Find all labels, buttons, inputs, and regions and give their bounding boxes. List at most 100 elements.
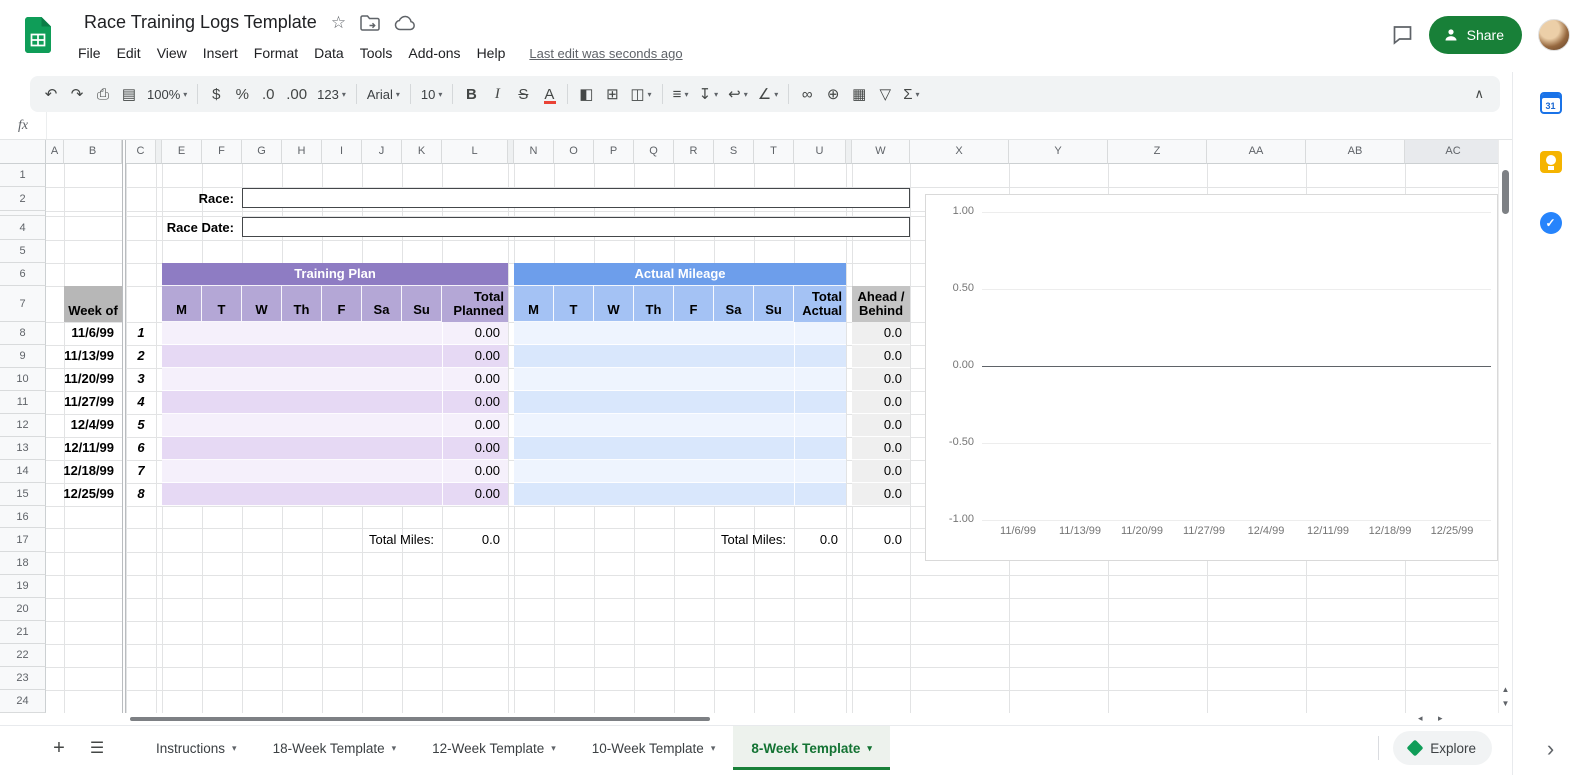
strikethrough-button[interactable]: S [510, 80, 536, 108]
cell-week-of-14[interactable]: 12/18/99 [64, 460, 122, 483]
text-rotation-button[interactable]: ∠▾ [753, 80, 783, 108]
row-header-24[interactable]: 24 [0, 690, 46, 713]
fill-color-button[interactable]: ◧ [573, 80, 599, 108]
insert-chart-button[interactable]: ▦ [846, 80, 872, 108]
formula-input[interactable] [46, 112, 1512, 139]
row-header-21[interactable]: 21 [0, 621, 46, 644]
row-header-5[interactable]: 5 [0, 240, 46, 263]
bold-button[interactable]: B [458, 80, 484, 108]
row-header-18[interactable]: 18 [0, 552, 46, 575]
cell-week-num-13[interactable]: 6 [126, 437, 156, 460]
cell-total-planned-9[interactable]: 0.00 [442, 345, 508, 368]
actual-day-header-th[interactable]: Th [634, 286, 674, 322]
row-header-7[interactable]: 7 [0, 286, 46, 322]
tab-menu-arrow-icon[interactable]: ▾ [551, 743, 556, 754]
row-header-9[interactable]: 9 [0, 345, 46, 368]
actual-day-cells-14[interactable] [514, 460, 794, 483]
merge-cells-button[interactable]: ◫▾ [625, 80, 656, 108]
actual-day-header-su[interactable]: Su [754, 286, 794, 322]
column-header-AA[interactable]: AA [1207, 140, 1306, 164]
cell-week-num-10[interactable]: 3 [126, 368, 156, 391]
race-date-label[interactable]: Race Date: [46, 216, 242, 240]
vertical-align-button[interactable]: ↧▾ [694, 80, 724, 108]
add-sheet-button[interactable]: + [46, 737, 72, 760]
plan-day-header-sa[interactable]: Sa [362, 286, 402, 322]
cell-week-num-12[interactable]: 5 [126, 414, 156, 437]
cell-total-actual-15[interactable] [794, 483, 846, 506]
cell-total-actual-12[interactable] [794, 414, 846, 437]
print-button[interactable]: ⎙ [90, 80, 116, 108]
cell-total-planned-8[interactable]: 0.00 [442, 322, 508, 345]
total-miles-planned-value[interactable]: 0.0 [442, 528, 508, 552]
total-planned-header[interactable]: Total Planned [442, 286, 508, 322]
actual-day-cells-10[interactable] [514, 368, 794, 391]
sheet-tab-18-week-template[interactable]: 18-Week Template▾ [255, 726, 415, 770]
row-header-16[interactable]: 16 [0, 506, 46, 528]
row-header-19[interactable]: 19 [0, 575, 46, 598]
actual-mileage-header[interactable]: Actual Mileage [514, 263, 846, 286]
borders-button[interactable]: ⊞ [599, 80, 625, 108]
row-header-10[interactable]: 10 [0, 368, 46, 391]
plan-day-cells-11[interactable] [162, 391, 442, 414]
column-header-Y[interactable]: Y [1009, 140, 1108, 164]
actual-day-header-t[interactable]: T [554, 286, 594, 322]
column-header-A[interactable]: A [46, 140, 64, 164]
column-header-R[interactable]: R [674, 140, 714, 164]
all-sheets-button[interactable]: ☰ [84, 738, 110, 758]
race-date-input[interactable] [242, 217, 910, 237]
cell-ahead-behind-12[interactable]: 0.0 [852, 414, 910, 437]
column-header-I[interactable]: I [322, 140, 362, 164]
actual-day-header-sa[interactable]: Sa [714, 286, 754, 322]
column-header-S[interactable]: S [714, 140, 754, 164]
plan-day-header-f[interactable]: F [322, 286, 362, 322]
grid-corner[interactable] [0, 140, 46, 164]
total-miles-actual-label[interactable]: Total Miles: [634, 528, 794, 552]
menu-file[interactable]: File [70, 42, 109, 64]
column-header-N[interactable]: N [514, 140, 554, 164]
cell-ahead-behind-8[interactable]: 0.0 [852, 322, 910, 345]
cell-total-actual-11[interactable] [794, 391, 846, 414]
actual-day-cells-12[interactable] [514, 414, 794, 437]
account-avatar[interactable] [1538, 19, 1570, 51]
share-button[interactable]: Share [1429, 16, 1522, 54]
plan-day-header-t[interactable]: T [202, 286, 242, 322]
document-status-cloud-icon[interactable] [394, 15, 416, 31]
column-header-L[interactable]: L [442, 140, 508, 164]
race-input[interactable] [242, 188, 910, 208]
scroll-up-icon[interactable]: ▲ [1499, 685, 1512, 694]
redo-button[interactable]: ↷ [64, 80, 90, 108]
plan-day-header-su[interactable]: Su [402, 286, 442, 322]
tab-menu-arrow-icon[interactable]: ▾ [392, 743, 397, 754]
cell-ahead-behind-10[interactable]: 0.0 [852, 368, 910, 391]
plan-day-cells-14[interactable] [162, 460, 442, 483]
total-miles-actual-value[interactable]: 0.0 [794, 528, 846, 552]
vertical-scrollbar[interactable]: ▲ ▼ [1498, 140, 1511, 713]
cell-ahead-behind-15[interactable]: 0.0 [852, 483, 910, 506]
cell-ahead-behind-14[interactable]: 0.0 [852, 460, 910, 483]
actual-day-cells-8[interactable] [514, 322, 794, 345]
cell-total-planned-12[interactable]: 0.00 [442, 414, 508, 437]
cell-week-of-12[interactable]: 12/4/99 [64, 414, 122, 437]
tab-menu-arrow-icon[interactable]: ▾ [232, 743, 237, 754]
plan-day-cells-13[interactable] [162, 437, 442, 460]
column-header-B[interactable]: B [64, 140, 122, 164]
row-header-20[interactable]: 20 [0, 598, 46, 621]
row-header-22[interactable]: 22 [0, 644, 46, 667]
cell-week-num-8[interactable]: 1 [126, 322, 156, 345]
increase-decimal-places-button[interactable]: .00 [281, 80, 312, 108]
column-header-U[interactable]: U [794, 140, 846, 164]
actual-day-cells-13[interactable] [514, 437, 794, 460]
menu-tools[interactable]: Tools [352, 42, 401, 64]
plan-day-header-m[interactable]: M [162, 286, 202, 322]
cell-week-num-9[interactable]: 2 [126, 345, 156, 368]
sheet-tab-instructions[interactable]: Instructions▾ [138, 726, 255, 770]
keep-icon[interactable] [1540, 151, 1562, 173]
vertical-scrollbar-thumb[interactable] [1502, 170, 1509, 214]
plan-day-cells-15[interactable] [162, 483, 442, 506]
horizontal-scrollbar-thumb[interactable] [130, 717, 710, 721]
plan-day-cells-9[interactable] [162, 345, 442, 368]
hide-menus-button[interactable]: ∧ [1466, 86, 1492, 102]
plan-day-cells-10[interactable] [162, 368, 442, 391]
column-header-H[interactable]: H [282, 140, 322, 164]
decrease-decimal-places-button[interactable]: .0 [255, 80, 281, 108]
